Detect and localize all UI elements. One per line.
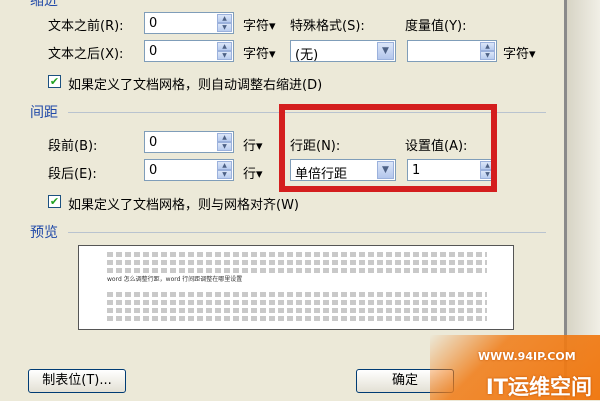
highlight-box bbox=[279, 104, 497, 192]
preview-next-paragraph-line bbox=[107, 292, 487, 297]
chevron-down-icon[interactable]: ▼ bbox=[377, 42, 394, 60]
watermark-brand: IT运维空间 bbox=[485, 375, 592, 399]
auto-right-indent-checkbox[interactable]: ✔ bbox=[48, 75, 61, 88]
spin-down-icon[interactable]: ▼ bbox=[217, 51, 232, 60]
after-text-spinner[interactable]: 0 ▲ ▼ bbox=[144, 40, 234, 62]
spin-up-icon[interactable]: ▲ bbox=[217, 42, 232, 51]
space-after-spinner[interactable]: 0 ▲ ▼ bbox=[144, 159, 234, 181]
spin-down-icon[interactable]: ▼ bbox=[217, 142, 232, 151]
space-after-label: 段后(E): bbox=[48, 167, 97, 182]
spin-down-icon[interactable]: ▼ bbox=[480, 51, 495, 60]
space-before-unit[interactable]: 行▾ bbox=[243, 135, 263, 154]
space-before-value[interactable]: 0 bbox=[149, 135, 157, 150]
after-text-label: 文本之后(X): bbox=[48, 47, 124, 62]
after-text-value[interactable]: 0 bbox=[149, 44, 157, 59]
auto-right-indent-label: 如果定义了文档网格，则自动调整右缩进(D) bbox=[68, 78, 323, 93]
tabs-button[interactable]: 制表位(T)... bbox=[28, 369, 126, 393]
before-text-value[interactable]: 0 bbox=[149, 16, 157, 31]
measure-value-label: 度量值(Y): bbox=[405, 19, 467, 34]
space-before-label: 段前(B): bbox=[48, 139, 98, 154]
space-before-spinner[interactable]: 0 ▲ ▼ bbox=[144, 131, 234, 153]
space-after-unit[interactable]: 行▾ bbox=[243, 163, 263, 182]
snap-to-grid-checkbox[interactable]: ✔ bbox=[48, 195, 61, 208]
special-format-dropdown[interactable]: (无) ▼ bbox=[290, 40, 396, 63]
special-format-label: 特殊格式(S): bbox=[290, 19, 365, 34]
preview-section-title: 预览 bbox=[30, 225, 58, 241]
spin-up-icon[interactable]: ▲ bbox=[217, 14, 232, 23]
preview-prev-paragraph-line bbox=[107, 268, 487, 273]
indent-section-title: 缩进 bbox=[30, 0, 58, 9]
measure-value-spinner[interactable]: ▲ ▼ bbox=[407, 40, 497, 62]
spin-up-icon[interactable]: ▲ bbox=[480, 42, 495, 51]
preview-prev-paragraph-line bbox=[107, 252, 487, 257]
space-after-value[interactable]: 0 bbox=[149, 163, 157, 178]
preview-sample-text: word 怎么调整行距，word 行间距调整在哪里设置 bbox=[107, 276, 243, 283]
spacing-section-title: 间距 bbox=[30, 105, 58, 121]
before-text-spinner[interactable]: 0 ▲ ▼ bbox=[144, 12, 234, 34]
snap-to-grid-label: 如果定义了文档网格，则与网格对齐(W) bbox=[68, 198, 299, 213]
watermark-url: WWW.94IP.COM bbox=[478, 350, 576, 363]
before-text-unit[interactable]: 字符▾ bbox=[243, 15, 276, 34]
special-format-value: (无) bbox=[295, 48, 319, 63]
spin-up-icon[interactable]: ▲ bbox=[217, 161, 232, 170]
measure-value-unit[interactable]: 字符▾ bbox=[503, 43, 536, 62]
spin-up-icon[interactable]: ▲ bbox=[217, 133, 232, 142]
before-text-label: 文本之前(R): bbox=[48, 19, 124, 34]
spin-down-icon[interactable]: ▼ bbox=[217, 23, 232, 32]
preview-section-divider bbox=[68, 232, 546, 233]
preview-prev-paragraph-line bbox=[107, 260, 487, 265]
preview-pane: word 怎么调整行距，word 行间距调整在哪里设置 bbox=[78, 245, 514, 330]
after-text-unit[interactable]: 字符▾ bbox=[243, 43, 276, 62]
preview-next-paragraph-line bbox=[107, 308, 487, 313]
preview-next-paragraph-line bbox=[107, 316, 487, 321]
preview-next-paragraph-line bbox=[107, 300, 487, 305]
spin-down-icon[interactable]: ▼ bbox=[217, 170, 232, 179]
